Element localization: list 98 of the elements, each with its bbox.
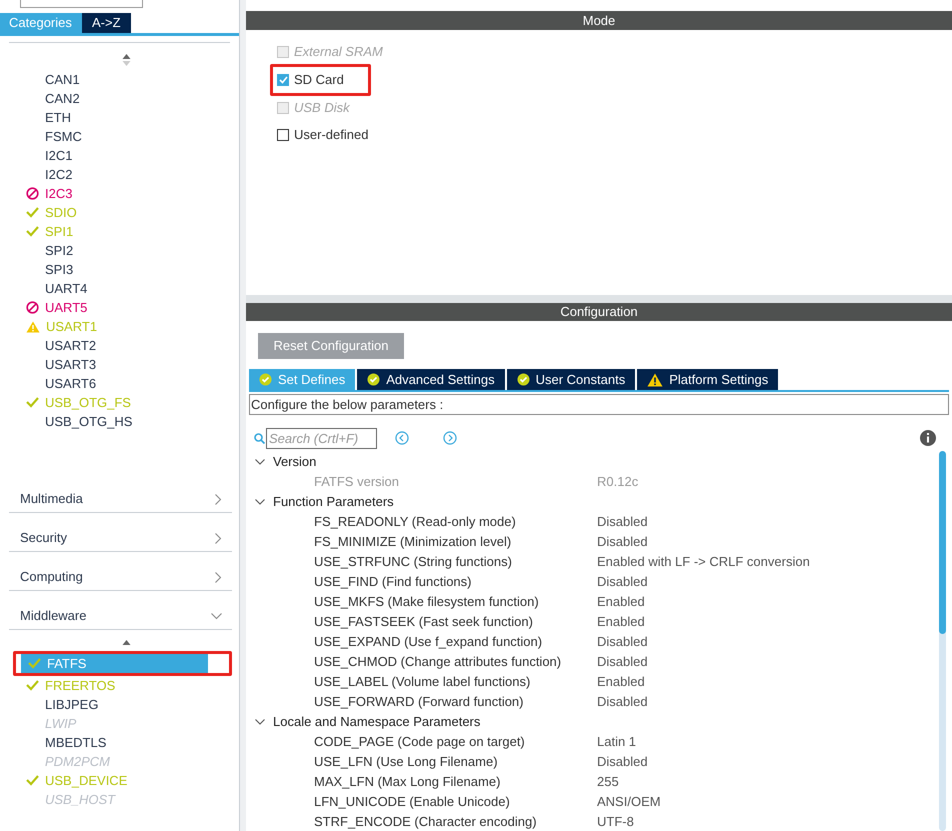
- info-icon[interactable]: [920, 430, 936, 446]
- peripheral-item[interactable]: USB_OTG_HS: [19, 412, 206, 431]
- chevron-down-icon: [255, 459, 265, 465]
- category-row[interactable]: Security: [9, 513, 232, 552]
- prohibited-icon: [26, 301, 39, 314]
- parameter-value: Disabled: [597, 753, 648, 772]
- parameter-name: CODE_PAGE (Code page on target): [313, 733, 526, 752]
- parameter-name: MAX_LFN (Max Long Filename): [313, 773, 502, 792]
- warning-icon: [647, 372, 664, 386]
- parameter-name: USE_FASTSEEK (Fast seek function): [313, 613, 534, 632]
- check-icon: [26, 226, 39, 237]
- peripheral-item[interactable]: LIBJPEG: [19, 695, 206, 714]
- parameter-value: R0.12c: [597, 473, 638, 492]
- parameter-name: FS_MINIMIZE (Minimization level): [313, 533, 512, 552]
- parameter-name: FATFS version: [313, 473, 400, 492]
- peripheral-item[interactable]: CAN1: [19, 70, 206, 89]
- peripheral-item[interactable]: SPI2: [19, 241, 206, 260]
- peripheral-item[interactable]: UART4: [19, 279, 206, 298]
- peripheral-item[interactable]: USART3: [19, 355, 206, 374]
- chevron-down-icon: [255, 499, 265, 505]
- peripheral-item[interactable]: UART5: [19, 298, 206, 317]
- category-row[interactable]: Multimedia: [9, 474, 232, 513]
- option-row[interactable]: User-defined: [277, 125, 368, 145]
- checkbox[interactable]: [277, 129, 289, 141]
- parameter-name: USE_FORWARD (Forward function): [313, 693, 524, 712]
- group-row[interactable]: Locale and Namespace Parameters: [249, 712, 936, 732]
- parameter-value: Disabled: [597, 693, 648, 712]
- section-header: Configuration: [246, 303, 952, 321]
- option-label: SD Card: [294, 71, 344, 90]
- next-icon[interactable]: [443, 431, 457, 445]
- chevron-right-icon: [215, 494, 222, 504]
- parameter-value: Disabled: [597, 513, 648, 532]
- peripheral-item[interactable]: FSMC: [19, 127, 206, 146]
- peripheral-item[interactable]: ETH: [19, 108, 206, 127]
- category-row[interactable]: Computing: [9, 552, 232, 591]
- parameter-value: Enabled: [597, 673, 645, 692]
- section-header: Mode: [246, 11, 952, 30]
- check-icon: [26, 680, 39, 691]
- scroll-up-icon[interactable]: [122, 640, 131, 646]
- parameter-value: Enabled with LF -> CRLF conversion: [597, 553, 810, 572]
- option-label: USB Disk: [294, 99, 350, 118]
- check-circle-icon: [516, 373, 530, 386]
- config-tab[interactable]: Platform Settings: [637, 369, 778, 390]
- parameter-name: STRF_ENCODE (Character encoding): [313, 813, 538, 831]
- parameter-name: USE_LFN (Use Long Filename): [313, 753, 499, 772]
- check-icon: [26, 775, 39, 786]
- scroll-up-icon[interactable]: [122, 54, 131, 66]
- peripheral-item[interactable]: MBEDTLS: [19, 733, 206, 752]
- parameter-name: USE_CHMOD (Change attributes function): [313, 653, 562, 672]
- chevron-down-icon: [211, 612, 222, 620]
- search-icon: [254, 432, 265, 444]
- group-row[interactable]: Function Parameters: [249, 492, 936, 512]
- checkbox[interactable]: [277, 74, 289, 86]
- parameter-name: LFN_UNICODE (Enable Unicode): [313, 793, 511, 812]
- peripheral-item[interactable]: I2C2: [19, 165, 206, 184]
- parameter-value: Latin 1: [597, 733, 636, 752]
- chevron-right-icon: [215, 572, 222, 582]
- parameter-name: FS_READONLY (Read-only mode): [313, 513, 517, 532]
- parameter-value: Disabled: [597, 653, 648, 672]
- check-icon: [26, 207, 39, 218]
- prohibited-icon: [26, 187, 39, 200]
- parameter-name: USE_STRFUNC (String functions): [313, 553, 513, 572]
- parameter-value: Disabled: [597, 533, 648, 552]
- parameter-value: 255: [597, 773, 619, 792]
- parameter-name: USE_EXPAND (Use f_expand function): [313, 633, 544, 652]
- peripheral-item[interactable]: USART2: [19, 336, 206, 355]
- peripheral-item[interactable]: CAN2: [19, 89, 206, 108]
- chevron-down-icon: [255, 719, 265, 725]
- parameter-value: UTF-8: [597, 813, 634, 831]
- parameter-value: Enabled: [597, 593, 645, 612]
- peripheral-item[interactable]: I2C3: [19, 184, 206, 203]
- check-icon: [28, 658, 41, 669]
- option-label: External SRAM: [294, 43, 383, 62]
- group-row[interactable]: Version: [249, 452, 936, 472]
- warning-icon: [26, 320, 40, 332]
- parameter-value: Disabled: [597, 633, 648, 652]
- check-circle-icon: [259, 373, 272, 386]
- sidebar-tab[interactable]: A->Z: [82, 13, 131, 33]
- parameter-name: USE_LABEL (Volume label functions): [313, 673, 532, 692]
- parameter-name: USE_FIND (Find functions): [313, 573, 472, 592]
- category-row[interactable]: Middleware: [9, 591, 232, 630]
- scrollbar[interactable]: [939, 451, 946, 831]
- config-tab[interactable]: User Constants: [506, 369, 636, 390]
- chevron-right-icon: [215, 532, 222, 544]
- previous-icon[interactable]: [395, 431, 409, 445]
- parameter-value: ANSI/OEM: [597, 793, 661, 812]
- peripheral-item[interactable]: SPI3: [19, 260, 206, 279]
- description-text: Configure the below parameters :: [249, 394, 949, 415]
- parameter-value: Disabled: [597, 573, 648, 592]
- option-label: User-defined: [294, 126, 368, 144]
- check-icon: [26, 397, 39, 408]
- search-field[interactable]: Search (Crtl+F): [266, 428, 377, 448]
- config-tab[interactable]: Advanced Settings: [357, 369, 505, 390]
- parameter-value: Enabled: [597, 613, 645, 632]
- check-circle-icon: [367, 373, 380, 386]
- peripheral-item[interactable]: USART6: [19, 374, 206, 393]
- parameter-name: USE_MKFS (Make filesystem function): [313, 593, 540, 612]
- peripheral-item[interactable]: I2C1: [19, 146, 206, 165]
